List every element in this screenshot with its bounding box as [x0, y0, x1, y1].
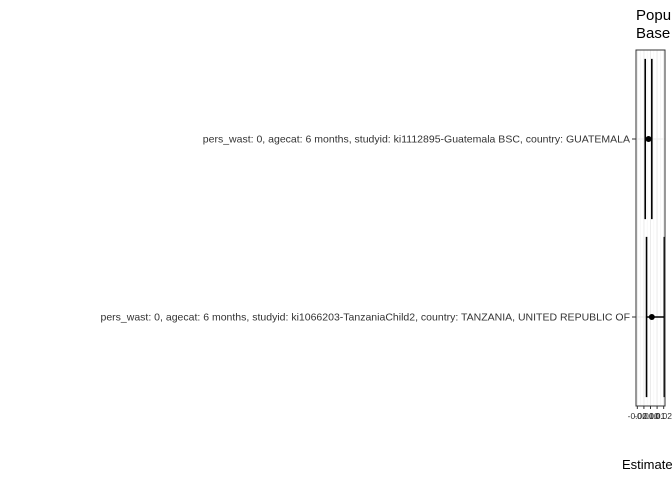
estimate-point	[645, 136, 652, 142]
category-label: pers_wast: 0, agecat: 6 months, studyid:…	[203, 134, 630, 146]
plot-title-line-1: Popu	[636, 7, 671, 24]
grid	[636, 50, 665, 406]
forest-plot: Popu Base pers_wast: 0, agecat: 6 months…	[100, 7, 672, 472]
data-marks	[644, 58, 666, 398]
x-tick-label: 0.02	[655, 411, 672, 421]
x-axis-ticks: -0.02-0.010.000.010.02	[628, 406, 672, 421]
category-labels: pers_wast: 0, agecat: 6 months, studyid:…	[100, 134, 636, 324]
estimate-point	[648, 314, 655, 320]
category-label: pers_wast: 0, agecat: 6 months, studyid:…	[100, 312, 630, 324]
plot-title-line-2: Base	[636, 25, 670, 42]
x-axis-title: Estimate	[622, 457, 672, 472]
